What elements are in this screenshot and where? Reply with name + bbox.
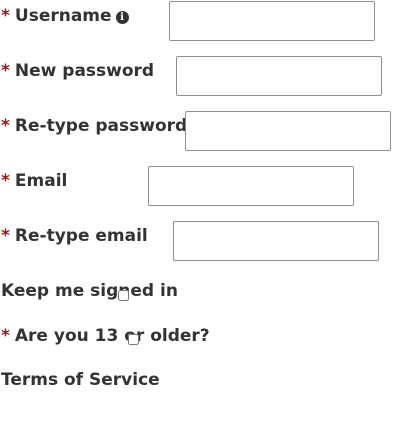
required-mark: * [1,116,10,136]
terms-of-service-label: Terms of Service [1,370,160,390]
retype-password-label-text: Re-type password [14,116,188,136]
email-label-text: Email [14,171,68,191]
keep-signed-in-checkbox[interactable] [118,290,129,301]
retype-email-label-text: Re-type email [14,226,148,246]
info-circle-icon[interactable]: i [115,11,129,24]
retype-email-label: * Re-type email [1,226,148,246]
required-mark: * [1,6,10,26]
required-mark: * [1,171,10,191]
age-check-label-text: Are you 13 or older? [14,326,210,346]
required-mark: * [1,61,10,81]
keep-signed-in-label-text: Keep me signed in [1,281,178,301]
required-mark: * [1,226,10,246]
age-check-checkbox[interactable] [128,334,139,345]
age-check-label: * Are you 13 or older? [1,326,210,346]
username-input[interactable] [169,1,375,41]
new-password-label-text: New password [14,61,155,81]
retype-password-input[interactable] [185,111,391,151]
keep-signed-in-label: Keep me signed in [1,281,178,301]
retype-password-label: * Re-type password [1,116,187,136]
username-label-text: Username [14,6,112,26]
new-password-label: * New password [1,61,154,81]
required-mark: * [1,326,10,346]
terms-of-service-text: Terms of Service [1,370,160,390]
retype-email-input[interactable] [173,221,379,261]
new-password-input[interactable] [176,56,382,96]
username-label: * Username i [1,6,129,26]
email-input[interactable] [148,166,354,206]
email-label: * Email [1,171,67,191]
